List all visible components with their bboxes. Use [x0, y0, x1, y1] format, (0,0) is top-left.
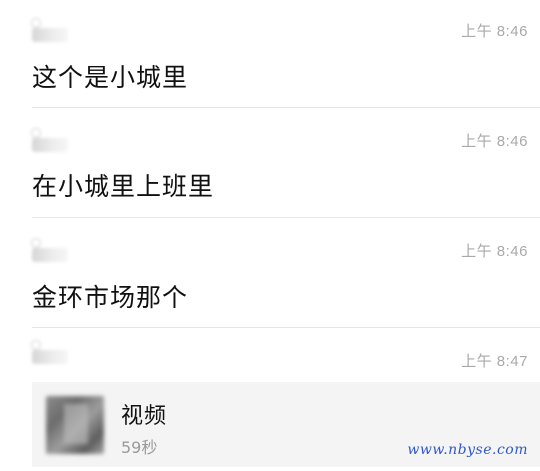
- message-time: 上午 8:46: [461, 243, 528, 260]
- message-time: 上午 8:47: [461, 353, 528, 370]
- sender-avatar-blurred: [31, 238, 68, 262]
- video-card[interactable]: 视频 59秒 www.nbyse.com: [32, 382, 540, 467]
- message-text: 这个是小城里: [32, 63, 189, 92]
- message-item[interactable]: 上午 8:46 金环市场那个: [0, 218, 540, 328]
- message-time: 上午 8:46: [461, 23, 528, 40]
- sender-avatar-blurred: [31, 128, 68, 152]
- message-text: 金环市场那个: [32, 283, 189, 312]
- video-title: 视频: [121, 404, 168, 429]
- watermark: www.nbyse.com: [407, 442, 528, 458]
- message-text: 在小城里上班里: [32, 172, 215, 201]
- message-item[interactable]: 上午 8:46 在小城里上班里: [0, 108, 540, 218]
- sender-avatar-blurred: [31, 340, 68, 364]
- sender-avatar-blurred: [31, 18, 68, 42]
- message-item[interactable]: 上午 8:46 这个是小城里: [0, 0, 540, 108]
- video-duration: 59秒: [121, 438, 158, 457]
- video-thumbnail[interactable]: [46, 396, 104, 454]
- message-time: 上午 8:46: [461, 133, 528, 150]
